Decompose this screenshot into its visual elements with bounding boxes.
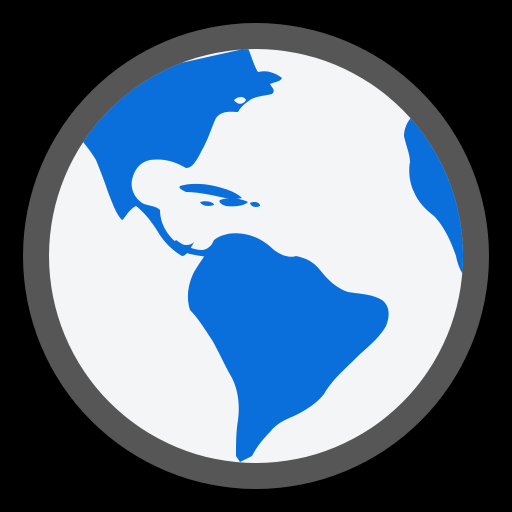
globe-icon (23, 23, 489, 489)
app-icon-canvas (0, 0, 512, 512)
